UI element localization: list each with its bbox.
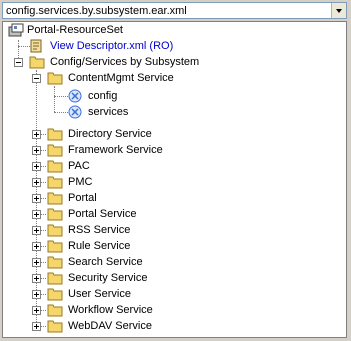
tree-node-label: Rule Service	[68, 240, 131, 252]
tree-node-service[interactable]: Rule Service	[3, 238, 343, 254]
file-selector-combo[interactable]: config.services.by.subsystem.ear.xml	[2, 2, 347, 19]
tree-node-label: ContentMgmt Service	[68, 72, 174, 84]
expand-toggle-icon[interactable]	[32, 194, 41, 203]
tree-node-config-services[interactable]: Config/Services by Subsystem	[3, 54, 343, 70]
collapse-toggle-icon[interactable]	[32, 74, 41, 83]
folder-icon	[47, 160, 63, 173]
tree-node-service[interactable]: PMC	[3, 174, 343, 190]
tree-node-service[interactable]: Directory Service	[3, 126, 343, 142]
tree-node-service[interactable]: RSS Service	[3, 222, 343, 238]
expand-toggle-icon[interactable]	[32, 146, 41, 155]
folder-icon	[47, 144, 63, 157]
folder-icon	[47, 128, 63, 141]
folder-icon	[47, 240, 63, 253]
tree-node-service[interactable]: PAC	[3, 158, 343, 174]
tree-node-view-descriptor[interactable]: View Descriptor.xml (RO)	[3, 38, 343, 54]
tree-node-label: User Service	[68, 288, 131, 300]
resource-set-icon	[8, 23, 24, 37]
tree-node-label: Workflow Service	[68, 304, 153, 316]
tree-node-service[interactable]: Search Service	[3, 254, 343, 270]
collapse-toggle-icon[interactable]	[14, 58, 23, 67]
tree-node-label: Search Service	[68, 256, 143, 268]
tree-node-label: Portal	[68, 192, 97, 204]
expand-toggle-icon[interactable]	[32, 290, 41, 299]
folder-icon	[47, 320, 63, 333]
expand-toggle-icon[interactable]	[32, 242, 41, 251]
folder-icon	[47, 272, 63, 285]
expand-toggle-icon[interactable]	[32, 322, 41, 331]
folder-open-icon	[29, 56, 45, 69]
tree-node-service[interactable]: Portal Service	[3, 206, 343, 222]
services-leaf-icon	[68, 105, 82, 119]
resource-tree[interactable]: Portal-ResourceSet View Descriptor.xml (…	[2, 21, 347, 338]
expand-toggle-icon[interactable]	[32, 258, 41, 267]
tree-node-service[interactable]: Security Service	[3, 270, 343, 286]
tree-node-config[interactable]: config	[3, 88, 343, 104]
folder-icon	[47, 208, 63, 221]
tree-node-label: Directory Service	[68, 128, 152, 140]
config-leaf-icon	[68, 89, 82, 103]
folder-icon	[47, 176, 63, 189]
tree-node-service[interactable]: WebDAV Service	[3, 318, 343, 334]
tree-node-label: services	[88, 106, 129, 118]
descriptor-file-icon	[30, 39, 42, 53]
expand-toggle-icon[interactable]	[32, 274, 41, 283]
tree-node-label: PAC	[68, 160, 90, 172]
tree-node-service[interactable]: Portal	[3, 190, 343, 206]
tree-node-service[interactable]: User Service	[3, 286, 343, 302]
tree-node-label: config	[88, 90, 118, 102]
expand-toggle-icon[interactable]	[32, 226, 41, 235]
folder-icon	[47, 192, 63, 205]
tree-node-service[interactable]: Workflow Service	[3, 302, 343, 318]
tree-node-label: RSS Service	[68, 224, 131, 236]
expand-toggle-icon[interactable]	[32, 210, 41, 219]
tree-node-contentmgmt-service[interactable]: ContentMgmt Service	[3, 70, 343, 86]
expand-toggle-icon[interactable]	[32, 162, 41, 171]
tree-node-root[interactable]: Portal-ResourceSet	[3, 22, 343, 38]
folder-open-icon	[47, 72, 63, 85]
tree-node-label: Config/Services by Subsystem	[50, 56, 200, 68]
tree-node-label: Portal Service	[68, 208, 137, 220]
chevron-down-icon[interactable]	[331, 3, 346, 18]
expand-toggle-icon[interactable]	[32, 306, 41, 315]
file-selector-value: config.services.by.subsystem.ear.xml	[6, 5, 187, 17]
tree-node-label: View Descriptor.xml (RO)	[50, 40, 174, 52]
folder-icon	[47, 224, 63, 237]
tree-node-label: Security Service	[68, 272, 148, 284]
tree-node-label: PMC	[68, 176, 93, 188]
folder-icon	[47, 304, 63, 317]
folder-icon	[47, 256, 63, 269]
tree-node-label: Framework Service	[68, 144, 163, 156]
expand-toggle-icon[interactable]	[32, 178, 41, 187]
folder-icon	[47, 288, 63, 301]
expand-toggle-icon[interactable]	[32, 130, 41, 139]
tree-node-services[interactable]: services	[3, 104, 343, 120]
tree-node-service[interactable]: Framework Service	[3, 142, 343, 158]
tree-node-label: WebDAV Service	[68, 320, 152, 332]
tree-node-label: Portal-ResourceSet	[27, 24, 123, 36]
